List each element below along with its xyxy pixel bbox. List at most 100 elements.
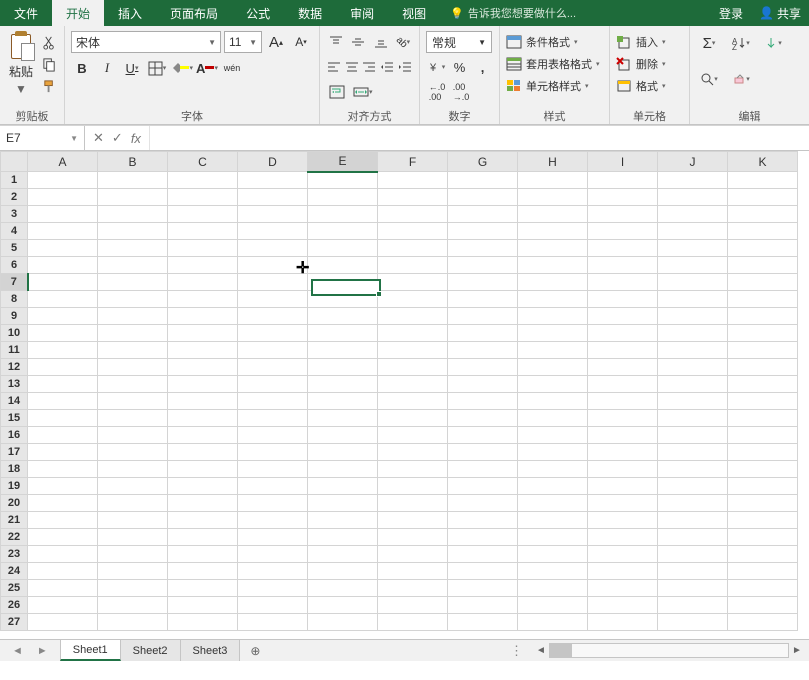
- cell-G16[interactable]: [448, 427, 518, 444]
- cell-F1[interactable]: [378, 172, 448, 189]
- row-header-20[interactable]: 20: [1, 495, 28, 512]
- cell-B11[interactable]: [98, 342, 168, 359]
- col-header-A[interactable]: A: [28, 152, 98, 172]
- cell-C8[interactable]: [168, 291, 238, 308]
- cell-E8[interactable]: [308, 291, 378, 308]
- cell-K10[interactable]: [728, 325, 798, 342]
- cell-J13[interactable]: [658, 376, 728, 393]
- cell-I15[interactable]: [588, 410, 658, 427]
- scroll-thumb[interactable]: [550, 644, 572, 657]
- delete-cells-button[interactable]: 删除▾: [616, 54, 683, 73]
- cell-I11[interactable]: [588, 342, 658, 359]
- cell-G10[interactable]: [448, 325, 518, 342]
- row-header-7[interactable]: 7: [1, 274, 28, 291]
- col-header-F[interactable]: F: [378, 152, 448, 172]
- cell-A5[interactable]: [28, 240, 98, 257]
- cell-F8[interactable]: [378, 291, 448, 308]
- cell-B25[interactable]: [98, 580, 168, 597]
- cell-C16[interactable]: [168, 427, 238, 444]
- cell-G11[interactable]: [448, 342, 518, 359]
- cell-I17[interactable]: [588, 444, 658, 461]
- cell-A8[interactable]: [28, 291, 98, 308]
- cell-F26[interactable]: [378, 597, 448, 614]
- tab-review[interactable]: 审阅: [336, 0, 388, 26]
- cell-K9[interactable]: [728, 308, 798, 325]
- cell-K7[interactable]: [728, 274, 798, 291]
- autosum-button[interactable]: Σ▾: [694, 32, 724, 54]
- cell-F15[interactable]: [378, 410, 448, 427]
- increase-indent-button[interactable]: [397, 56, 413, 78]
- cell-K16[interactable]: [728, 427, 798, 444]
- cell-F24[interactable]: [378, 563, 448, 580]
- cell-G20[interactable]: [448, 495, 518, 512]
- align-middle-button[interactable]: [348, 31, 368, 53]
- cell-I16[interactable]: [588, 427, 658, 444]
- align-center-button[interactable]: [344, 56, 360, 78]
- row-header-10[interactable]: 10: [1, 325, 28, 342]
- cell-C22[interactable]: [168, 529, 238, 546]
- row-header-21[interactable]: 21: [1, 512, 28, 529]
- cell-G17[interactable]: [448, 444, 518, 461]
- cell-H1[interactable]: [518, 172, 588, 189]
- cell-E1[interactable]: [308, 172, 378, 189]
- cell-C25[interactable]: [168, 580, 238, 597]
- cell-D8[interactable]: [238, 291, 308, 308]
- cell-B27[interactable]: [98, 614, 168, 631]
- cell-B23[interactable]: [98, 546, 168, 563]
- cell-E3[interactable]: [308, 206, 378, 223]
- align-right-button[interactable]: [362, 56, 378, 78]
- cell-A25[interactable]: [28, 580, 98, 597]
- row-header-12[interactable]: 12: [1, 359, 28, 376]
- cell-I6[interactable]: [588, 257, 658, 274]
- formula-input[interactable]: [149, 126, 809, 150]
- cell-D6[interactable]: [238, 257, 308, 274]
- cell-I10[interactable]: [588, 325, 658, 342]
- cell-I3[interactable]: [588, 206, 658, 223]
- row-header-14[interactable]: 14: [1, 393, 28, 410]
- sort-filter-button[interactable]: AZ▾: [726, 32, 756, 54]
- sheet-tab-sheet2[interactable]: Sheet2: [121, 640, 181, 661]
- cell-J18[interactable]: [658, 461, 728, 478]
- cell-A22[interactable]: [28, 529, 98, 546]
- cell-G2[interactable]: [448, 189, 518, 206]
- cell-C3[interactable]: [168, 206, 238, 223]
- cell-A23[interactable]: [28, 546, 98, 563]
- cell-D14[interactable]: [238, 393, 308, 410]
- cell-D4[interactable]: [238, 223, 308, 240]
- cell-H16[interactable]: [518, 427, 588, 444]
- cell-G24[interactable]: [448, 563, 518, 580]
- cell-A20[interactable]: [28, 495, 98, 512]
- cell-J19[interactable]: [658, 478, 728, 495]
- cell-D5[interactable]: [238, 240, 308, 257]
- cell-G15[interactable]: [448, 410, 518, 427]
- cell-D2[interactable]: [238, 189, 308, 206]
- font-color-button[interactable]: A▾: [196, 57, 218, 79]
- cell-I12[interactable]: [588, 359, 658, 376]
- cell-H10[interactable]: [518, 325, 588, 342]
- cell-C24[interactable]: [168, 563, 238, 580]
- cell-K21[interactable]: [728, 512, 798, 529]
- cell-H17[interactable]: [518, 444, 588, 461]
- cell-I7[interactable]: [588, 274, 658, 291]
- cell-K8[interactable]: [728, 291, 798, 308]
- tab-file[interactable]: 文件: [0, 0, 52, 26]
- bold-button[interactable]: B: [71, 57, 93, 79]
- cell-H4[interactable]: [518, 223, 588, 240]
- cell-H8[interactable]: [518, 291, 588, 308]
- cell-K26[interactable]: [728, 597, 798, 614]
- add-sheet-button[interactable]: ⊕: [240, 640, 270, 661]
- login-button[interactable]: 登录: [711, 0, 751, 26]
- cell-H13[interactable]: [518, 376, 588, 393]
- cell-J10[interactable]: [658, 325, 728, 342]
- col-header-E[interactable]: E: [308, 152, 378, 172]
- cell-K18[interactable]: [728, 461, 798, 478]
- cell-B26[interactable]: [98, 597, 168, 614]
- cell-C15[interactable]: [168, 410, 238, 427]
- sheet-tab-sheet3[interactable]: Sheet3: [181, 640, 241, 661]
- cell-H2[interactable]: [518, 189, 588, 206]
- cell-B19[interactable]: [98, 478, 168, 495]
- align-bottom-button[interactable]: [371, 31, 391, 53]
- cell-J22[interactable]: [658, 529, 728, 546]
- cell-F12[interactable]: [378, 359, 448, 376]
- cell-B21[interactable]: [98, 512, 168, 529]
